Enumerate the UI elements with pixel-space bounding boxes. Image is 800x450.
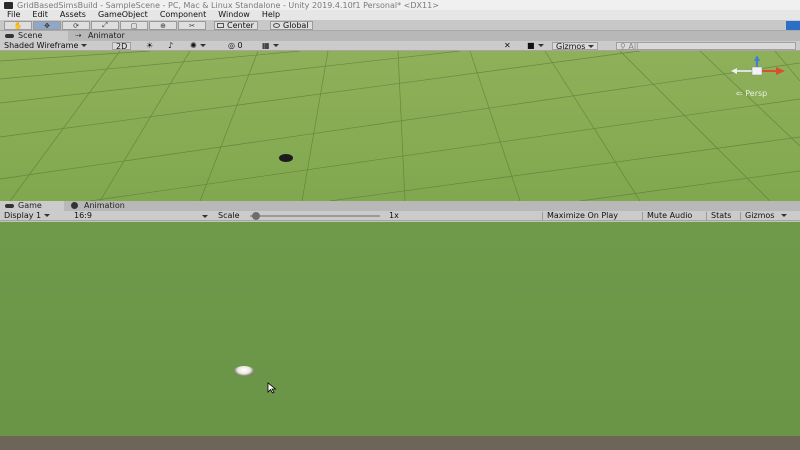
mouse-cursor-icon <box>267 382 277 394</box>
tab-scene[interactable]: Scene <box>0 31 68 41</box>
move-tool-icon[interactable]: ✥ <box>33 21 61 30</box>
play-button[interactable] <box>786 21 800 30</box>
chevron-down-icon <box>81 44 88 47</box>
tab-game-label: Game <box>18 201 42 210</box>
animation-tab-icon <box>71 202 78 209</box>
tools-icon[interactable]: ✕ <box>504 41 511 51</box>
scene-ball-object[interactable] <box>279 154 293 162</box>
scale-slider-track <box>250 215 380 217</box>
orientation-gizmo-icon[interactable] <box>731 55 785 76</box>
window-title: GridBasedSimsBuild - SampleScene - PC, M… <box>17 0 439 10</box>
chevron-down-icon <box>44 214 51 217</box>
animator-tab-icon: ⇢ <box>75 31 82 40</box>
game-controls: Display 1 16:9 Scale 1x Maximize On Play… <box>0 211 800 221</box>
scale-slider-thumb[interactable] <box>252 212 261 220</box>
hand-tool-icon[interactable]: ✋ <box>4 21 32 30</box>
tab-animator[interactable]: ⇢ Animator <box>70 31 150 41</box>
tab-game[interactable]: Game <box>0 201 64 211</box>
chevron-down-icon <box>272 44 279 47</box>
hidden-objects-toggle[interactable]: ◎ 0 <box>228 41 243 51</box>
scene-search-input[interactable]: ⚲ All <box>616 42 796 51</box>
scale-label: Scale <box>218 211 240 220</box>
rect-tool-icon[interactable]: ▢ <box>120 21 148 30</box>
chevron-down-icon <box>537 44 544 47</box>
scene-viewport[interactable]: ⇐ Persp <box>0 51 800 201</box>
menu-gameobject[interactable]: GameObject <box>98 10 148 20</box>
scale-value: 1x <box>389 211 399 220</box>
aspect-dropdown[interactable]: 16:9 <box>74 211 210 221</box>
maximize-on-play-toggle[interactable]: Maximize On Play <box>547 211 618 221</box>
unity-logo-icon <box>4 1 13 9</box>
audio-toggle-icon[interactable]: ♪ <box>168 41 173 51</box>
menu-help[interactable]: Help <box>262 10 280 20</box>
lighting-toggle-icon[interactable]: ☀ <box>146 41 153 51</box>
main-toolbar: ✋ ✥ ⟳ ⤢ ▢ ⊕ ✂ Center Global <box>0 20 800 31</box>
draw-mode-label: Shaded Wireframe <box>4 41 79 50</box>
scene-tab-icon <box>5 34 14 38</box>
divider <box>706 212 707 220</box>
eye-off-icon: ◎ <box>228 41 238 50</box>
projection-label[interactable]: ⇐ Persp <box>736 89 767 98</box>
menu-component[interactable]: Component <box>160 10 206 20</box>
projection-text: Persp <box>745 89 768 98</box>
menu-window[interactable]: Window <box>218 10 250 20</box>
game-ball-object <box>234 366 254 376</box>
display-label: Display 1 <box>4 211 42 220</box>
pivot-rotation-label: Global <box>283 21 309 30</box>
status-bar <box>0 436 800 450</box>
scale-tool-icon[interactable]: ⤢ <box>91 21 119 30</box>
camera-dropdown-icon[interactable]: ■ <box>527 41 544 51</box>
game-gizmos-label: Gizmos <box>745 211 775 220</box>
scene-tabstrip: Scene ⇢ Animator <box>0 31 800 41</box>
game-tabstrip: Game Animation <box>0 201 800 211</box>
search-placeholder: All <box>628 42 639 51</box>
aspect-label: 16:9 <box>74 211 92 220</box>
mute-audio-toggle[interactable]: Mute Audio <box>647 211 692 221</box>
pivot-mode-label: Center <box>227 21 254 30</box>
chevron-down-icon <box>781 214 788 217</box>
divider <box>542 212 543 220</box>
display-dropdown[interactable]: Display 1 <box>4 211 51 221</box>
game-gizmos-dropdown[interactable]: Gizmos <box>745 211 788 221</box>
transform-tool-icon[interactable]: ⊕ <box>149 21 177 30</box>
chevron-down-icon <box>202 215 208 218</box>
scale-slider[interactable] <box>250 211 380 221</box>
grid-dropdown-icon[interactable]: ▦ <box>262 41 279 51</box>
chevron-down-icon <box>588 45 595 48</box>
divider <box>642 212 643 220</box>
pivot-mode-button[interactable]: Center <box>214 21 258 30</box>
chevron-down-icon <box>199 44 206 47</box>
tab-animator-label: Animator <box>88 31 125 40</box>
game-viewport[interactable] <box>0 222 800 436</box>
2d-toggle[interactable]: 2D <box>112 42 132 51</box>
scene-grid <box>0 51 800 201</box>
menu-file[interactable]: File <box>7 10 20 20</box>
menu-bar: File Edit Assets GameObject Component Wi… <box>0 10 800 20</box>
pivot-rotation-button[interactable]: Global <box>270 21 313 30</box>
divider <box>740 212 741 220</box>
draw-mode-dropdown[interactable]: Shaded Wireframe <box>4 41 88 51</box>
tab-scene-label: Scene <box>18 31 43 40</box>
scene-controls: Shaded Wireframe 2D ☀ ♪ ✺ ◎ 0 ▦ ✕ ■ Gizm… <box>0 41 800 51</box>
tab-animation-label: Animation <box>84 201 125 210</box>
scene-gizmos-label: Gizmos <box>556 42 586 51</box>
rotate-tool-icon[interactable]: ⟳ <box>62 21 90 30</box>
stats-toggle[interactable]: Stats <box>711 211 731 221</box>
menu-assets[interactable]: Assets <box>60 10 86 20</box>
scene-gizmos-dropdown[interactable]: Gizmos <box>552 42 599 51</box>
window-titlebar: GridBasedSimsBuild - SampleScene - PC, M… <box>0 0 800 10</box>
hidden-count: 0 <box>237 41 243 50</box>
game-tab-icon <box>5 204 14 208</box>
menu-edit[interactable]: Edit <box>32 10 48 20</box>
custom-tool-icon[interactable]: ✂ <box>178 21 206 30</box>
perspective-icon: ⇐ <box>736 89 746 98</box>
effects-dropdown-icon[interactable]: ✺ <box>190 41 206 51</box>
pivot-center-icon <box>217 23 224 28</box>
globe-icon <box>273 23 280 28</box>
tab-animation[interactable]: Animation <box>66 201 150 211</box>
